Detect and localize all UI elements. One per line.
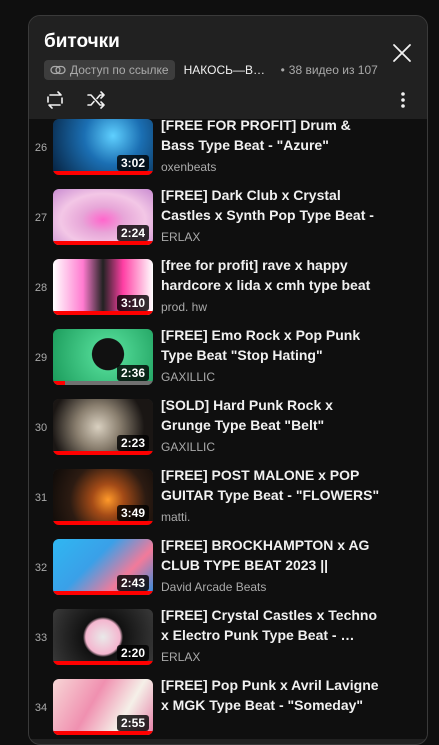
channel-name[interactable]: David Arcade Beats: [161, 580, 266, 594]
video-title[interactable]: [FREE] Crystal Castles x Techno x Electr…: [161, 605, 381, 645]
video-thumbnail[interactable]: 2:20: [53, 609, 153, 665]
item-index: 30: [34, 422, 48, 434]
playlist-item[interactable]: 33 2:20 [FREE] Crystal Castles x Techno x …: [29, 607, 427, 679]
video-thumbnail[interactable]: 2:23: [53, 399, 153, 455]
duration-badge: 2:55: [116, 715, 149, 731]
channel-name[interactable]: matti.: [161, 510, 190, 524]
watch-progress-bar: [53, 381, 153, 385]
item-index: 27: [34, 212, 48, 224]
visibility-badge: Доступ по ссылке: [44, 60, 175, 80]
duration-badge: 2:36: [116, 365, 149, 381]
duration-badge: 2:23: [116, 435, 149, 451]
video-title[interactable]: [FREE] Dark Club x Crystal Castles x Syn…: [161, 185, 381, 225]
watch-progress-fill: [53, 731, 153, 735]
playlist-items: 26 3:02 [FREE FOR PROFIT] Drum & Bass Type…: [29, 119, 427, 739]
video-count: 38 видео из 107: [288, 63, 378, 77]
watch-progress-fill: [53, 451, 153, 455]
watch-progress-bar: [53, 591, 153, 595]
channel-name[interactable]: ERLAX: [161, 230, 200, 244]
shuffle-icon[interactable]: [84, 88, 108, 112]
visibility-label: Доступ по ссылке: [70, 63, 169, 77]
playlist-item[interactable]: 32 2:43 [FREE] BROCKHAMPTON x AG CLUB TYPE…: [29, 537, 427, 609]
channel-name[interactable]: GAXILLIC: [161, 370, 215, 384]
playlist-panel: биточки Доступ по ссылке НАКОСЬ—ВЫКУСЬ •…: [28, 15, 428, 745]
watch-progress-fill: [53, 521, 153, 525]
video-thumbnail[interactable]: 3:49: [53, 469, 153, 525]
video-thumbnail[interactable]: 2:55: [53, 679, 153, 735]
playlist-item[interactable]: 29 2:36 [FREE] Emo Rock x Pop Punk Type Be…: [29, 327, 427, 399]
playlist-item[interactable]: 26 3:02 [FREE FOR PROFIT] Drum & Bass Type…: [29, 119, 427, 189]
page-edge: [0, 0, 6, 730]
duration-badge: 2:24: [116, 225, 149, 241]
video-title[interactable]: [FREE] Emo Rock x Pop Punk Type Beat "St…: [161, 325, 381, 365]
video-thumbnail[interactable]: 2:24: [53, 189, 153, 245]
video-title[interactable]: [free for profit] rave x happy hardcore …: [161, 255, 381, 295]
link-icon: [50, 65, 66, 75]
channel-name[interactable]: oxenbeats: [161, 160, 216, 174]
playlist-item[interactable]: 27 2:24 [FREE] Dark Club x Crystal Castles…: [29, 187, 427, 259]
item-index: 32: [34, 562, 48, 574]
video-title[interactable]: [FREE] BROCKHAMPTON x AG CLUB TYPE BEAT …: [161, 535, 381, 575]
duration-badge: 3:10: [116, 295, 149, 311]
duration-badge: 3:49: [116, 505, 149, 521]
watch-progress-fill: [53, 171, 153, 175]
video-title[interactable]: [FREE] Pop Punk x Avril Lavigne x MGK Ty…: [161, 675, 381, 715]
playlist-item[interactable]: 30 2:23 [SOLD] Hard Punk Rock x Grunge Typ…: [29, 397, 427, 469]
playlist-header: биточки Доступ по ссылке НАКОСЬ—ВЫКУСЬ •…: [29, 16, 427, 119]
item-index: 28: [34, 282, 48, 294]
watch-progress-fill: [53, 381, 65, 385]
watch-progress-bar: [53, 241, 153, 245]
video-thumbnail[interactable]: 2:36: [53, 329, 153, 385]
watch-progress-fill: [53, 591, 153, 595]
channel-name[interactable]: GAXILLIC: [161, 440, 215, 454]
close-icon[interactable]: [391, 42, 413, 64]
video-title[interactable]: [SOLD] Hard Punk Rock x Grunge Type Beat…: [161, 395, 381, 435]
watch-progress-bar: [53, 731, 153, 735]
playlist-item[interactable]: 28 3:10 [free for profit] rave x happy har…: [29, 257, 427, 329]
more-vert-icon[interactable]: [391, 88, 415, 112]
watch-progress-bar: [53, 311, 153, 315]
duration-badge: 2:20: [116, 645, 149, 661]
channel-name[interactable]: ERLAX: [161, 650, 200, 664]
watch-progress-fill: [53, 311, 153, 315]
video-thumbnail[interactable]: 3:02: [53, 119, 153, 175]
playlist-title[interactable]: биточки: [44, 31, 120, 53]
channel-name[interactable]: prod. hw: [161, 300, 207, 314]
watch-progress-bar: [53, 521, 153, 525]
meta-separator: •: [280, 63, 285, 77]
item-index: 29: [34, 352, 48, 364]
playlist-meta: Доступ по ссылке НАКОСЬ—ВЫКУСЬ • 38 виде…: [44, 59, 378, 81]
item-index: 26: [34, 142, 48, 154]
playlist-item[interactable]: 34 2:55 [FREE] Pop Punk x Avril Lavigne x …: [29, 677, 427, 739]
playlist-item[interactable]: 31 3:49 [FREE] POST MALONE x POP GUITAR Ty…: [29, 467, 427, 539]
watch-progress-fill: [53, 241, 153, 245]
video-title[interactable]: [FREE FOR PROFIT] Drum & Bass Type Beat …: [161, 119, 381, 155]
playlist-owner[interactable]: НАКОСЬ—ВЫКУСЬ: [184, 63, 276, 77]
watch-progress-fill: [53, 661, 153, 665]
watch-progress-bar: [53, 171, 153, 175]
video-title[interactable]: [FREE] POST MALONE x POP GUITAR Type Bea…: [161, 465, 381, 505]
duration-badge: 2:43: [116, 575, 149, 591]
video-thumbnail[interactable]: 2:43: [53, 539, 153, 595]
duration-badge: 3:02: [116, 155, 149, 171]
watch-progress-bar: [53, 451, 153, 455]
item-index: 31: [34, 492, 48, 504]
watch-progress-bar: [53, 661, 153, 665]
video-thumbnail[interactable]: 3:10: [53, 259, 153, 315]
loop-icon[interactable]: [43, 88, 67, 112]
item-index: 34: [34, 702, 48, 714]
item-index: 33: [34, 632, 48, 644]
